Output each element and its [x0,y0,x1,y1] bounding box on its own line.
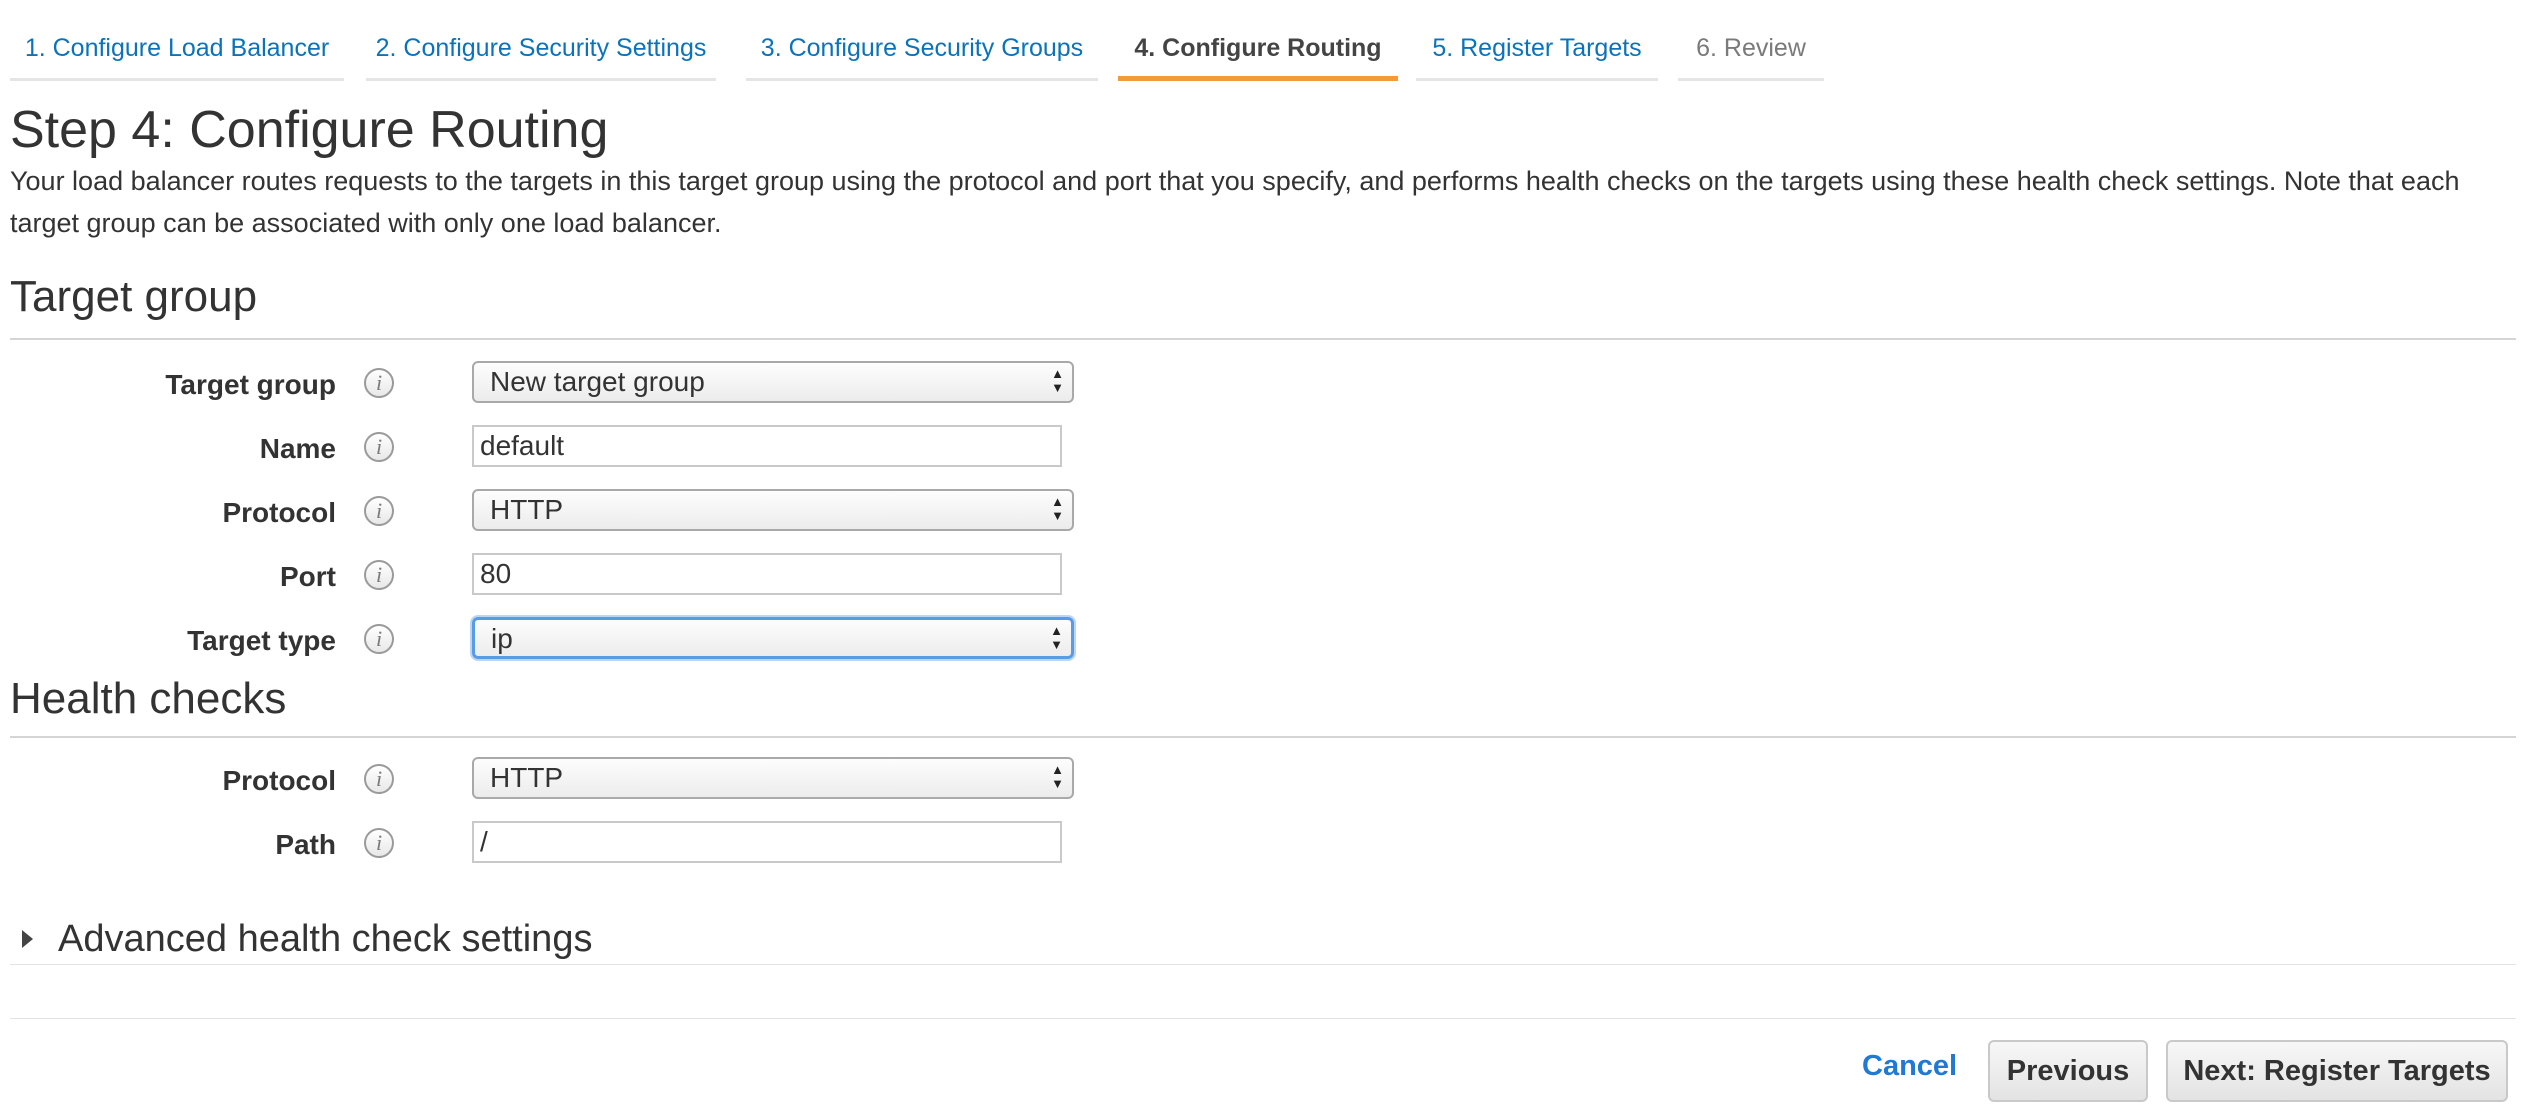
select-arrows-icon: ▲ ▼ [1051,494,1064,523]
port-row: Port i 80 [0,552,1200,602]
tab-configure-load-balancer[interactable]: 1. Configure Load Balancer [10,0,344,81]
cancel-button[interactable]: Cancel [1862,1050,1957,1083]
section-divider [10,338,2516,340]
next-register-targets-button[interactable]: Next: Register Targets [2166,1040,2508,1102]
port-label: Port [280,561,336,592]
section-divider [10,964,2516,965]
section-divider [10,736,2516,738]
tab-label: 3. Configure Security Groups [760,34,1084,62]
health-protocol-select[interactable]: HTTP ▲ ▼ [472,757,1074,799]
info-icon[interactable]: i [364,432,394,462]
tab-label: 1. Configure Load Balancer [24,34,330,62]
target-group-row: Target group i New target group ▲ ▼ [0,360,1200,410]
wizard-tabs: 1. Configure Load Balancer 2. Configure … [0,0,2526,81]
info-icon[interactable]: i [364,764,394,794]
health-protocol-row: Protocol i HTTP ▲ ▼ [0,756,1200,806]
tab-label: 2. Configure Security Settings [375,34,707,62]
target-group-label: Target group [165,369,336,400]
protocol-label: Protocol [222,497,336,528]
name-label: Name [259,433,336,464]
info-icon[interactable]: i [364,560,394,590]
target-type-row: Target type i ip ▲ ▼ [0,616,1200,666]
tab-review: 6. Review [1678,0,1824,81]
target-group-select[interactable]: New target group ▲ ▼ [472,361,1074,403]
protocol-row: Protocol i HTTP ▲ ▼ [0,488,1200,538]
tab-configure-security-groups[interactable]: 3. Configure Security Groups [746,0,1098,81]
footer-divider [10,1018,2516,1019]
name-row: Name i default [0,424,1200,474]
info-icon[interactable]: i [364,496,394,526]
target-type-label: Target type [187,625,336,656]
tab-label: 4. Configure Routing [1134,34,1382,62]
target-group-value: New target group [490,366,705,397]
health-path-input[interactable]: / [472,821,1062,863]
health-checks-heading: Health checks [10,674,287,723]
port-input[interactable]: 80 [472,553,1062,595]
page-title: Step 4: Configure Routing [10,101,609,159]
info-icon[interactable]: i [364,624,394,654]
select-arrows-icon: ▲ ▼ [1051,762,1064,791]
target-type-value: ip [491,623,513,654]
target-type-select[interactable]: ip ▲ ▼ [472,617,1074,659]
advanced-health-check-label: Advanced health check settings [58,918,593,960]
tab-register-targets[interactable]: 5. Register Targets [1416,0,1658,81]
previous-button[interactable]: Previous [1988,1040,2148,1102]
page-description: Your load balancer routes requests to th… [10,166,2460,238]
health-path-label: Path [275,829,336,860]
tab-configure-routing[interactable]: 4. Configure Routing [1118,0,1398,81]
health-path-row: Path i / [0,820,1200,870]
info-icon[interactable]: i [364,368,394,398]
protocol-value: HTTP [490,494,564,525]
health-protocol-label: Protocol [222,765,336,796]
tab-configure-security-settings[interactable]: 2. Configure Security Settings [366,0,716,81]
caret-right-icon [22,930,33,948]
protocol-select[interactable]: HTTP ▲ ▼ [472,489,1074,531]
tab-label: 6. Review [1696,34,1806,62]
select-arrows-icon: ▲ ▼ [1050,623,1063,652]
select-arrows-icon: ▲ ▼ [1051,366,1064,395]
info-icon[interactable]: i [364,828,394,858]
name-input[interactable]: default [472,425,1062,467]
health-protocol-value: HTTP [490,762,564,793]
tab-label: 5. Register Targets [1432,34,1642,62]
target-group-heading: Target group [10,272,258,321]
